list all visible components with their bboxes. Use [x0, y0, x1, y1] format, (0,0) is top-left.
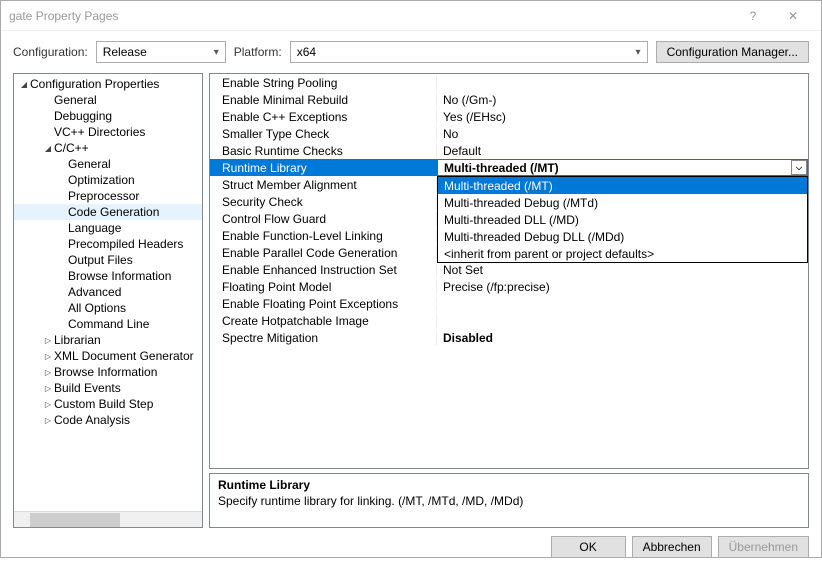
property-row[interactable]: Enable Floating Point Exceptions [210, 295, 808, 312]
scrollbar-thumb[interactable] [30, 513, 120, 527]
tree-item[interactable]: Language [14, 220, 202, 236]
tree-scrollbar[interactable] [14, 511, 202, 527]
tree-item[interactable]: Custom Build Step [14, 396, 202, 412]
caret-icon [42, 368, 54, 377]
tree-item[interactable]: Browse Information [14, 364, 202, 380]
description-body: Specify runtime library for linking. (/M… [218, 494, 800, 508]
caret-icon [18, 80, 30, 89]
property-row[interactable]: Enable C++ ExceptionsYes (/EHsc) [210, 108, 808, 125]
ok-button[interactable]: OK [551, 536, 626, 558]
description-title: Runtime Library [218, 478, 800, 492]
property-row[interactable]: Basic Runtime ChecksDefault [210, 142, 808, 159]
apply-button[interactable]: Übernehmen [718, 536, 809, 558]
dropdown-item[interactable]: Multi-threaded Debug DLL (/MDd) [438, 228, 807, 245]
property-row[interactable]: Floating Point ModelPrecise (/fp:precise… [210, 278, 808, 295]
property-row[interactable]: Spectre MitigationDisabled [210, 329, 808, 346]
property-row[interactable]: Enable Minimal RebuildNo (/Gm-) [210, 91, 808, 108]
tree-root[interactable]: Configuration Properties [14, 76, 202, 92]
description-panel: Runtime Library Specify runtime library … [209, 473, 809, 528]
titlebar: gate Property Pages ? ✕ [1, 1, 821, 31]
property-row[interactable]: Enable String Pooling [210, 74, 808, 91]
configuration-manager-button[interactable]: Configuration Manager... [656, 41, 809, 63]
tree-item[interactable]: VC++ Directories [14, 124, 202, 140]
tree-item[interactable]: Advanced [14, 284, 202, 300]
caret-icon [42, 144, 54, 153]
dropdown-item[interactable]: <inherit from parent or project defaults… [438, 245, 807, 262]
property-row[interactable]: Runtime LibraryMulti-threaded (/MT)⌵ [210, 159, 808, 176]
configuration-combo[interactable]: Release ▾ [96, 41, 226, 63]
tree-item[interactable]: General [14, 92, 202, 108]
dropdown-item[interactable]: Multi-threaded Debug (/MTd) [438, 194, 807, 211]
chevron-down-icon: ▾ [214, 47, 219, 58]
tree-item[interactable]: Preprocessor [14, 188, 202, 204]
platform-label: Platform: [234, 45, 282, 59]
property-row[interactable]: Smaller Type CheckNo [210, 125, 808, 142]
caret-icon [42, 384, 54, 393]
help-button[interactable]: ? [733, 1, 773, 31]
config-bar: Configuration: Release ▾ Platform: x64 ▾… [1, 31, 821, 73]
window-title: gate Property Pages [9, 9, 733, 23]
tree-item[interactable]: Librarian [14, 332, 202, 348]
dropdown-item[interactable]: Multi-threaded DLL (/MD) [438, 211, 807, 228]
configuration-label: Configuration: [13, 45, 88, 59]
tree-item[interactable]: General [14, 156, 202, 172]
platform-combo[interactable]: x64 ▾ [290, 41, 648, 63]
cancel-button[interactable]: Abbrechen [632, 536, 712, 558]
caret-icon [42, 400, 54, 409]
caret-icon [42, 336, 54, 345]
tree-item[interactable]: Precompiled Headers [14, 236, 202, 252]
property-row[interactable]: Create Hotpatchable Image [210, 312, 808, 329]
tree-item[interactable]: XML Document Generator [14, 348, 202, 364]
dropdown-button[interactable]: ⌵ [791, 160, 807, 175]
tree-item[interactable]: Code Generation [14, 204, 202, 220]
tree-item[interactable]: Debugging [14, 108, 202, 124]
tree-item[interactable]: C/C++ [14, 140, 202, 156]
close-button[interactable]: ✕ [773, 1, 813, 31]
caret-icon [42, 416, 54, 425]
runtime-library-dropdown[interactable]: Multi-threaded (/MT)Multi-threaded Debug… [437, 176, 808, 263]
tree-item[interactable]: Output Files [14, 252, 202, 268]
nav-tree[interactable]: Configuration PropertiesGeneralDebugging… [13, 73, 203, 528]
tree-item[interactable]: All Options [14, 300, 202, 316]
dropdown-item[interactable]: Multi-threaded (/MT) [438, 177, 807, 194]
property-row[interactable]: Enable Enhanced Instruction SetNot Set [210, 261, 808, 278]
tree-item[interactable]: Optimization [14, 172, 202, 188]
chevron-down-icon: ▾ [636, 47, 641, 58]
property-grid[interactable]: Enable String PoolingEnable Minimal Rebu… [209, 73, 809, 469]
tree-item[interactable]: Code Analysis [14, 412, 202, 428]
dialog-footer: OK Abbrechen Übernehmen [1, 528, 821, 566]
tree-item[interactable]: Build Events [14, 380, 202, 396]
caret-icon [42, 352, 54, 361]
tree-item[interactable]: Command Line [14, 316, 202, 332]
tree-item[interactable]: Browse Information [14, 268, 202, 284]
